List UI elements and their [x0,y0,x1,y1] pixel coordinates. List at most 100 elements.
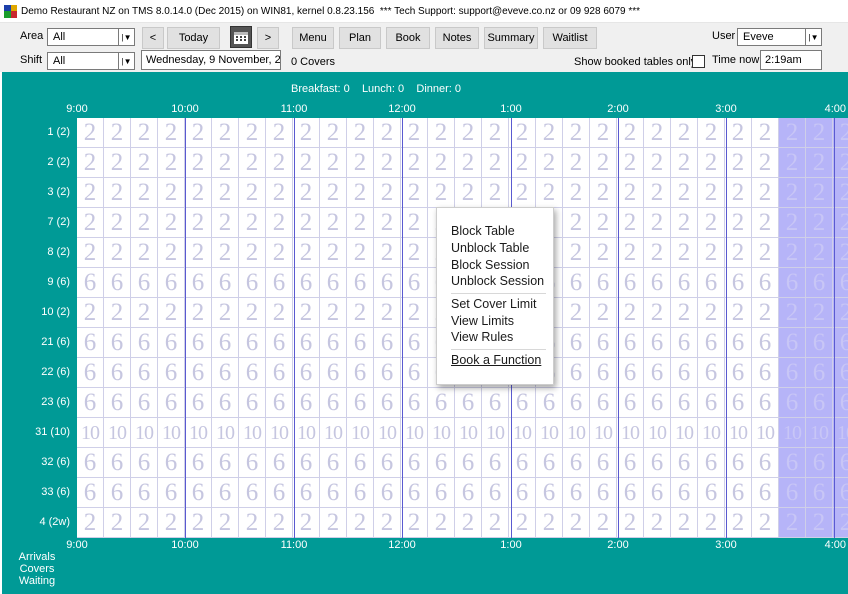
table-slot-cell[interactable]: 2 [293,118,320,148]
table-slot-cell[interactable]: 2 [131,508,158,538]
table-slot-cell[interactable]: 2 [401,208,428,238]
table-slot-cell[interactable]: 6 [266,268,293,298]
table-slot-cell[interactable]: 2 [617,178,644,208]
table-slot-cell[interactable]: 6 [563,448,590,478]
table-slot-cell[interactable]: 2 [644,148,671,178]
table-slot-cell[interactable]: 2 [401,298,428,328]
table-slot-cell[interactable]: 2 [590,118,617,148]
table-slot-cell[interactable]: 6 [239,268,266,298]
table-slot-cell[interactable]: 2 [374,178,401,208]
table-slot-cell[interactable]: 6 [77,448,104,478]
table-slot-cell[interactable]: 6 [320,268,347,298]
table-slot-cell[interactable]: 2 [779,208,806,238]
table-slot-cell[interactable]: 6 [590,448,617,478]
table-slot-cell[interactable]: 2 [266,178,293,208]
table-slot-cell[interactable]: 2 [401,508,428,538]
table-slot-cell[interactable]: 10 [779,418,806,448]
table-slot-cell[interactable]: 6 [833,268,848,298]
table-slot-cell[interactable]: 2 [320,148,347,178]
table-slot-cell[interactable]: 6 [725,328,752,358]
table-slot-cell[interactable]: 2 [509,148,536,178]
table-slot-cell[interactable]: 2 [725,208,752,238]
shift-dropdown[interactable]: All |▼ [47,52,135,70]
table-slot-cell[interactable]: 2 [482,148,509,178]
table-slot-cell[interactable]: 6 [185,388,212,418]
table-slot-cell[interactable]: 6 [617,448,644,478]
table-slot-cell[interactable]: 6 [104,448,131,478]
table-slot-cell[interactable]: 2 [563,118,590,148]
table-row-label[interactable]: 1 (2) [2,126,70,138]
table-slot-cell[interactable]: 6 [347,388,374,418]
table-slot-cell[interactable]: 10 [77,418,104,448]
table-slot-cell[interactable]: 6 [644,328,671,358]
table-slot-cell[interactable]: 10 [563,418,590,448]
table-slot-cell[interactable]: 6 [644,358,671,388]
table-slot-cell[interactable]: 2 [779,238,806,268]
table-slot-cell[interactable]: 2 [131,148,158,178]
table-slot-cell[interactable]: 2 [671,208,698,238]
table-slot-cell[interactable]: 6 [374,478,401,508]
user-dropdown[interactable]: Eveve |▼ [737,28,822,46]
table-slot-cell[interactable]: 10 [644,418,671,448]
table-slot-cell[interactable]: 2 [374,208,401,238]
table-slot-cell[interactable]: 6 [590,328,617,358]
table-slot-cell[interactable]: 6 [320,358,347,388]
table-slot-cell[interactable]: 6 [293,268,320,298]
table-slot-cell[interactable]: 2 [212,208,239,238]
table-slot-cell[interactable]: 6 [833,328,848,358]
table-slot-cell[interactable]: 6 [536,448,563,478]
table-slot-cell[interactable]: 2 [77,148,104,178]
view-limits-menu-item[interactable]: View Limits [451,314,514,328]
table-slot-cell[interactable]: 6 [293,328,320,358]
table-slot-cell[interactable]: 2 [833,298,848,328]
table-slot-cell[interactable]: 6 [77,388,104,418]
table-slot-cell[interactable]: 2 [401,238,428,268]
table-slot-cell[interactable]: 2 [752,238,779,268]
block-table-menu-item[interactable]: Block Table [451,224,515,238]
table-slot-cell[interactable]: 6 [266,328,293,358]
table-slot-cell[interactable]: 2 [347,148,374,178]
table-slot-cell[interactable]: 6 [239,358,266,388]
table-slot-cell[interactable]: 2 [806,118,833,148]
table-slot-cell[interactable]: 2 [833,118,848,148]
table-slot-cell[interactable]: 2 [617,238,644,268]
table-slot-cell[interactable]: 6 [752,388,779,418]
table-slot-cell[interactable]: 6 [185,448,212,478]
show-booked-checkbox[interactable] [692,55,705,68]
table-slot-cell[interactable]: 2 [509,178,536,208]
table-slot-cell[interactable]: 2 [104,298,131,328]
table-slot-cell[interactable]: 6 [833,448,848,478]
table-slot-cell[interactable]: 6 [590,478,617,508]
table-slot-cell[interactable]: 6 [401,358,428,388]
table-slot-cell[interactable]: 2 [212,148,239,178]
table-slot-cell[interactable]: 6 [293,478,320,508]
table-slot-cell[interactable]: 6 [158,358,185,388]
table-slot-cell[interactable]: 6 [671,448,698,478]
table-slot-cell[interactable]: 2 [671,148,698,178]
table-slot-cell[interactable]: 6 [833,358,848,388]
table-slot-cell[interactable]: 6 [590,358,617,388]
table-slot-cell[interactable]: 6 [617,328,644,358]
table-row-label[interactable]: 33 (6) [2,486,70,498]
table-row-label[interactable]: 31 (10) [2,426,70,438]
table-slot-cell[interactable]: 6 [644,448,671,478]
table-slot-cell[interactable]: 2 [293,298,320,328]
table-row-label[interactable]: 32 (6) [2,456,70,468]
table-slot-cell[interactable]: 6 [158,478,185,508]
table-slot-cell[interactable]: 2 [374,238,401,268]
table-slot-cell[interactable]: 2 [293,208,320,238]
table-slot-cell[interactable]: 6 [806,388,833,418]
table-slot-cell[interactable]: 6 [104,358,131,388]
table-slot-cell[interactable]: 10 [617,418,644,448]
table-slot-cell[interactable]: 6 [104,478,131,508]
table-slot-cell[interactable]: 10 [104,418,131,448]
table-slot-cell[interactable]: 2 [671,118,698,148]
table-slot-cell[interactable]: 2 [212,508,239,538]
table-slot-cell[interactable]: 2 [239,298,266,328]
block-session-menu-item[interactable]: Block Session [451,258,530,272]
table-slot-cell[interactable]: 2 [320,508,347,538]
table-slot-cell[interactable]: 2 [104,238,131,268]
table-slot-cell[interactable]: 2 [644,208,671,238]
table-slot-cell[interactable]: 2 [185,118,212,148]
table-slot-cell[interactable]: 2 [617,508,644,538]
